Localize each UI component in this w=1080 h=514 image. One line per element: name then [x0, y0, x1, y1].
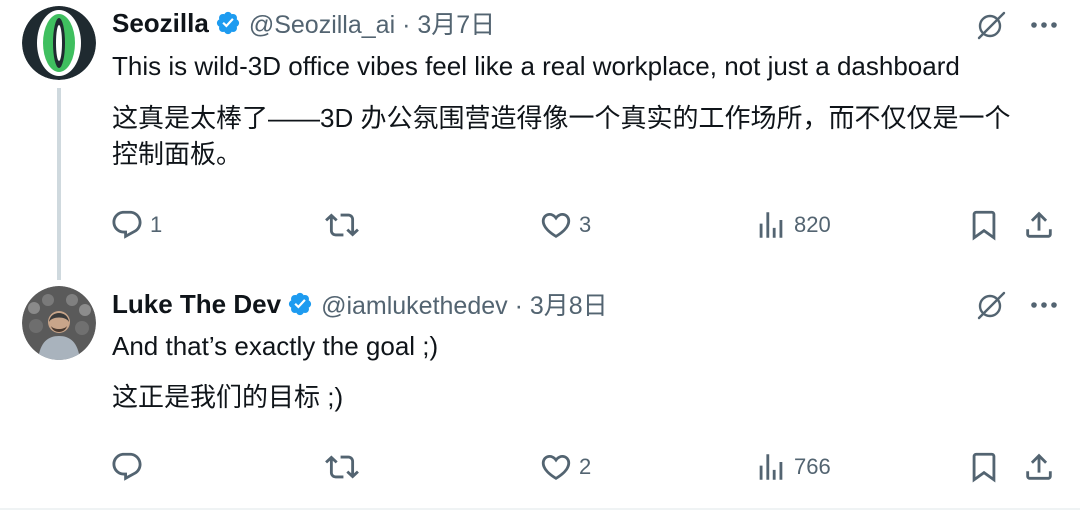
retweet-button[interactable]: [325, 450, 365, 484]
tweet-header: Seozilla @Seozilla_ai · 3月7日: [112, 5, 495, 41]
tweet-text-line: 这真是太棒了——3D 办公氛围营造得像一个真实的工作场所，而不仅仅是一个: [112, 103, 1011, 133]
action-bar: 2 766: [0, 450, 1080, 490]
tweet-seozilla[interactable]: Seozilla @Seozilla_ai · 3月7日 This is wil…: [0, 0, 1080, 282]
more-icon[interactable]: [1030, 301, 1058, 309]
tweet-header: Luke The Dev @iamlukethedev · 3月8日: [112, 286, 608, 322]
grok-translate-icon[interactable]: [974, 10, 1008, 40]
action-bar: 1 3 820: [0, 208, 1080, 248]
handle-date[interactable]: @iamlukethedev · 3月8日: [321, 286, 608, 322]
like-count: 2: [579, 454, 592, 479]
views-button[interactable]: 820: [754, 208, 831, 242]
share-icon: [1022, 208, 1056, 242]
seozilla-logo-icon: [22, 6, 96, 80]
reply-button[interactable]: [110, 450, 150, 484]
share-button[interactable]: [1022, 450, 1056, 484]
share-icon: [1022, 450, 1056, 484]
retweet-icon: [325, 450, 359, 484]
views-button[interactable]: 766: [754, 450, 831, 484]
tweet-text-line: This is wild-3D office vibes feel like a…: [112, 51, 960, 81]
views-count: 820: [794, 212, 831, 237]
bookmark-icon: [967, 208, 1001, 242]
like-button[interactable]: 3: [539, 208, 591, 242]
reply-icon: [110, 450, 144, 484]
bookmark-icon: [967, 450, 1001, 484]
grok-translate-icon[interactable]: [974, 290, 1008, 320]
bookmark-button[interactable]: [967, 450, 1001, 484]
like-button[interactable]: 2: [539, 450, 591, 484]
reply-icon: [110, 208, 144, 242]
tweet-text-line: And that’s exactly the goal ;): [112, 331, 439, 361]
tweet-text-line: 控制面板。: [112, 139, 243, 169]
reply-button[interactable]: 1: [110, 208, 162, 242]
views-icon: [754, 450, 788, 484]
tweet-luke-the-dev[interactable]: Luke The Dev @iamlukethedev · 3月8日 And t…: [0, 282, 1080, 508]
retweet-icon: [325, 208, 359, 242]
handle-date[interactable]: @Seozilla_ai · 3月7日: [249, 5, 495, 41]
retweet-button[interactable]: [325, 208, 365, 242]
views-icon: [754, 208, 788, 242]
like-count: 3: [579, 212, 592, 237]
more-icon[interactable]: [1030, 21, 1058, 29]
author-name[interactable]: Seozilla: [112, 8, 209, 39]
like-icon: [539, 450, 573, 484]
tweet-text-line: 这正是我们的目标 ;): [112, 382, 344, 412]
author-name[interactable]: Luke The Dev: [112, 289, 281, 320]
thread-line: [57, 88, 61, 280]
profile-photo-icon: [22, 286, 96, 360]
avatar[interactable]: [22, 286, 96, 360]
like-icon: [539, 208, 573, 242]
verified-badge-icon: [287, 291, 313, 317]
views-count: 766: [794, 454, 831, 479]
reply-count: 1: [150, 212, 163, 237]
share-button[interactable]: [1022, 208, 1056, 242]
verified-badge-icon: [215, 10, 241, 36]
bookmark-button[interactable]: [967, 208, 1001, 242]
divider: [0, 508, 1080, 510]
avatar[interactable]: [22, 6, 96, 80]
